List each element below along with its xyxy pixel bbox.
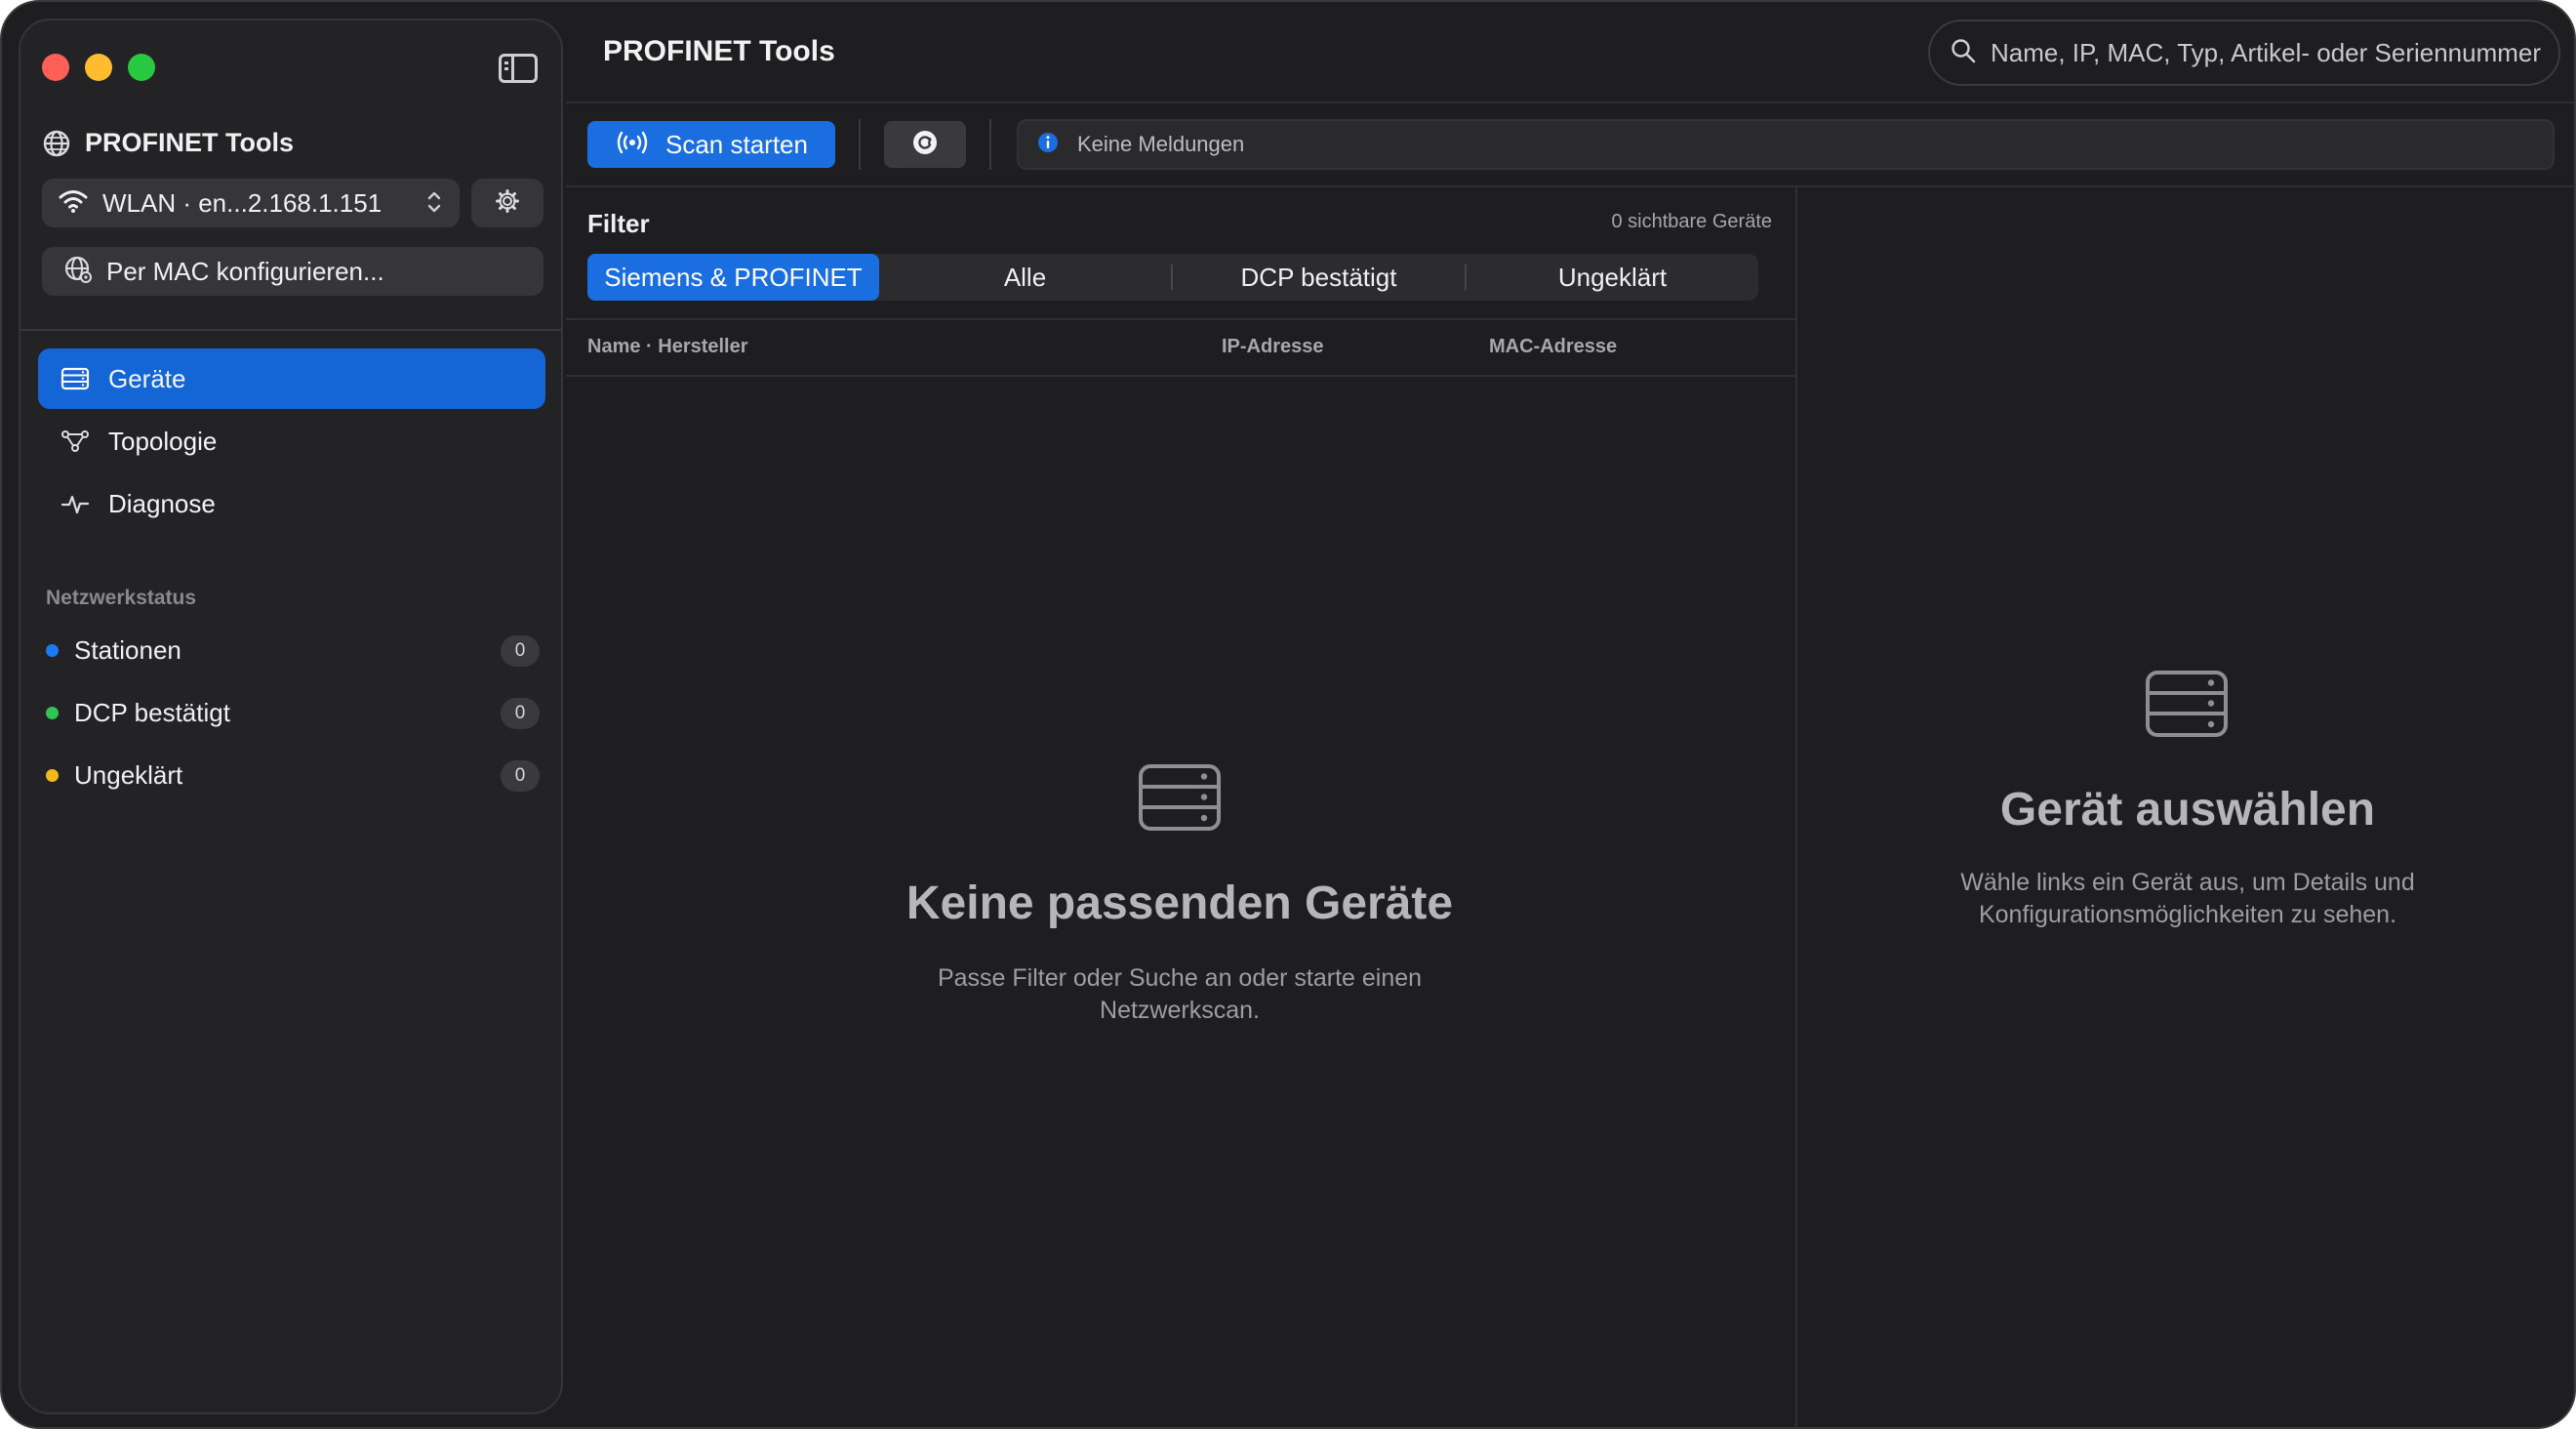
- refresh-icon: [910, 128, 940, 162]
- empty-list-text: Passe Filter oder Suche an oder starte e…: [937, 964, 1423, 1024]
- server-icon: [1138, 763, 1222, 837]
- status-dot: [46, 706, 59, 719]
- app-window: PROFINET Tools WLAN · en...2.168.1.151 P…: [0, 0, 2576, 1429]
- close-window-button[interactable]: [42, 54, 69, 81]
- info-icon: [1036, 131, 1060, 159]
- minimize-window-button[interactable]: [85, 54, 112, 81]
- refresh-button[interactable]: [884, 121, 966, 168]
- gear-icon: [495, 188, 520, 219]
- filter-segment-ungeklaert[interactable]: Ungeklärt: [1467, 254, 1758, 301]
- sidebar-divider: [20, 329, 561, 331]
- network-globe-icon: [63, 255, 93, 289]
- devices-icon: [60, 363, 91, 394]
- count-badge: 0: [501, 760, 540, 792]
- toolbar-divider: [566, 185, 2574, 187]
- sidebar-item-topologie[interactable]: Topologie: [38, 411, 545, 471]
- filter-segmented-control: Siemens & PROFINET Alle DCP bestätigt Un…: [587, 254, 1758, 301]
- status-item-stationen[interactable]: Stationen 0: [46, 626, 553, 674]
- detail-empty-title: Gerät auswählen: [1999, 784, 2376, 836]
- detail-empty-text: Wähle links ein Gerät aus, um Details un…: [1960, 869, 2415, 928]
- filter-divider: [566, 318, 1797, 320]
- visible-devices-count: 0 sichtbare Geräte: [1611, 211, 1772, 232]
- header-divider: [566, 102, 2574, 103]
- scan-start-button[interactable]: Scan starten: [587, 121, 835, 168]
- status-label: DCP bestätigt: [74, 697, 230, 727]
- sidebar-toggle-icon[interactable]: [499, 54, 538, 83]
- antenna-broadcast-icon: [615, 130, 650, 160]
- table-header-divider: [566, 375, 1797, 377]
- diagnose-icon: [60, 488, 91, 519]
- network-status-heading: Netzwerkstatus: [46, 587, 197, 609]
- toolbar-separator: [859, 119, 861, 170]
- column-header-ip[interactable]: IP-Adresse: [1222, 336, 1324, 358]
- search-placeholder: Name, IP, MAC, Typ, Artikel- oder Serien…: [1991, 37, 2542, 67]
- server-icon: [2145, 670, 2229, 743]
- sidebar-item-diagnose[interactable]: Diagnose: [38, 473, 545, 534]
- status-item-ungeklaert[interactable]: Ungeklärt 0: [46, 751, 553, 799]
- interface-settings-button[interactable]: [471, 179, 543, 227]
- zoom-window-button[interactable]: [128, 54, 155, 81]
- interface-label: WLAN · en...2.168.1.151: [102, 187, 382, 218]
- message-text: Keine Meldungen: [1077, 132, 1245, 156]
- status-item-dcp-bestaetigt[interactable]: DCP bestätigt 0: [46, 688, 553, 737]
- globe-icon: [42, 129, 71, 158]
- search-icon: [1950, 37, 1977, 69]
- empty-list-title: Keine passenden Geräte: [906, 878, 1454, 929]
- count-badge: 0: [501, 635, 540, 667]
- column-header-name[interactable]: Name · Hersteller: [587, 336, 748, 358]
- filter-segment-alle[interactable]: Alle: [879, 254, 1171, 301]
- wifi-icon: [58, 188, 89, 219]
- toolbar-separator: [989, 119, 991, 170]
- scan-start-label: Scan starten: [665, 129, 808, 159]
- sidebar-item-label: Topologie: [108, 426, 218, 456]
- filter-segment-dcp-bestaetigt[interactable]: DCP bestätigt: [1173, 254, 1465, 301]
- detail-pane-divider: [1795, 187, 1797, 1427]
- filter-segment-siemens-profinet[interactable]: Siemens & PROFINET: [587, 254, 879, 301]
- filter-heading: Filter: [587, 209, 650, 238]
- topology-icon: [60, 426, 91, 457]
- search-input[interactable]: Name, IP, MAC, Typ, Artikel- oder Serien…: [1928, 20, 2560, 86]
- chevron-up-down-icon: [424, 187, 444, 217]
- status-dot: [46, 643, 59, 657]
- sidebar-app-title: PROFINET Tools: [85, 128, 294, 157]
- status-label: Stationen: [74, 634, 181, 665]
- sidebar-app-header: PROFINET Tools: [42, 128, 294, 158]
- configure-by-mac-button[interactable]: Per MAC konfigurieren...: [42, 247, 543, 296]
- sidebar-item-label: Diagnose: [108, 488, 216, 518]
- sidebar-item-geraete[interactable]: Geräte: [38, 348, 545, 409]
- sidebar: PROFINET Tools WLAN · en...2.168.1.151 P…: [19, 19, 563, 1414]
- interface-select[interactable]: WLAN · en...2.168.1.151: [42, 179, 460, 227]
- message-bar: Keine Meldungen: [1017, 119, 2555, 170]
- configure-by-mac-label: Per MAC konfigurieren...: [106, 256, 384, 286]
- column-header-mac[interactable]: MAC-Adresse: [1489, 336, 1617, 358]
- count-badge: 0: [501, 698, 540, 729]
- status-label: Ungeklärt: [74, 759, 183, 790]
- page-title: PROFINET Tools: [603, 35, 835, 67]
- sidebar-item-label: Geräte: [108, 363, 186, 393]
- status-dot: [46, 768, 59, 782]
